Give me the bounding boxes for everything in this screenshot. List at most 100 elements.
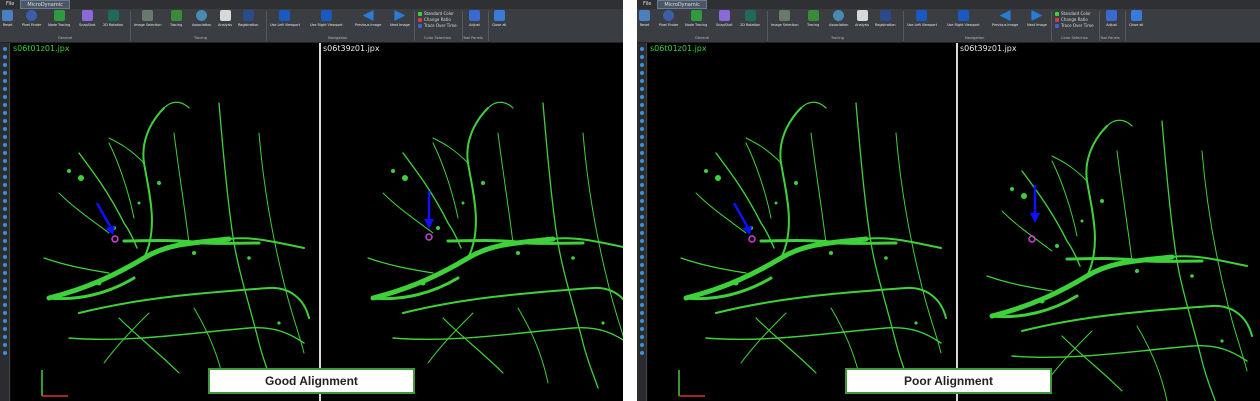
pixel-finder-button[interactable]: Pixel Finder bbox=[22, 10, 41, 32]
neuron-image-t01 bbox=[648, 43, 956, 401]
rotation-2d-button[interactable]: 2D Rotation bbox=[740, 10, 760, 32]
ribbon-toolbar: Reset Pixel Finder Node Tracing SnapShot… bbox=[637, 9, 1260, 43]
menu-bar: File MicroDynamic bbox=[0, 0, 623, 9]
camera-icon bbox=[718, 10, 730, 21]
registration-icon bbox=[242, 10, 254, 21]
camera-icon bbox=[81, 10, 93, 21]
adjust-icon bbox=[469, 10, 480, 21]
color-swatch-icon bbox=[1055, 24, 1059, 28]
pixel-finder-button[interactable]: Pixel Finder bbox=[659, 10, 678, 32]
registration-icon bbox=[879, 10, 891, 21]
divider bbox=[1051, 11, 1052, 41]
right-viewport[interactable]: s06t39z01.jpx bbox=[958, 43, 1260, 401]
node-tracing-button[interactable]: Node Tracing bbox=[48, 10, 70, 32]
reset-button[interactable]: Reset bbox=[639, 10, 650, 32]
snapshot-button[interactable]: SnapShot bbox=[79, 10, 96, 32]
close-all-icon bbox=[493, 10, 505, 21]
adjust-button[interactable]: Adjust bbox=[1106, 10, 1117, 32]
divider bbox=[488, 11, 489, 41]
image-icon bbox=[142, 10, 154, 21]
arrow-right-icon bbox=[1031, 10, 1043, 21]
right-viewport[interactable]: s06t39z01.jpx bbox=[321, 43, 623, 401]
trace-over-time-option[interactable]: Trace Over Time bbox=[1055, 23, 1094, 29]
use-right-viewport-button[interactable]: Use Right Viewport bbox=[947, 10, 980, 32]
group-color-label: Color Selection bbox=[424, 36, 452, 40]
left-viewport[interactable]: s06t01z01.jpx bbox=[648, 43, 956, 401]
crosshair-icon bbox=[26, 10, 38, 21]
tracing-icon bbox=[807, 10, 819, 21]
registration-button[interactable]: Registration bbox=[875, 10, 896, 32]
right-viewport-icon bbox=[320, 10, 332, 21]
divider bbox=[266, 11, 267, 41]
tab-microdynamic[interactable]: MicroDynamic bbox=[657, 0, 707, 9]
group-tracing-label: Tracing bbox=[194, 36, 207, 40]
group-tool-label: Tool Panels bbox=[463, 36, 483, 40]
group-tracing-label: Tracing bbox=[831, 36, 844, 40]
next-image-button[interactable]: Next Image bbox=[390, 10, 410, 32]
use-left-viewport-button[interactable]: Use Left Viewport bbox=[907, 10, 937, 32]
group-navigation-label: Navigation bbox=[328, 36, 348, 40]
next-image-button[interactable]: Next Image bbox=[1027, 10, 1047, 32]
neuron-image-t39-misaligned bbox=[958, 43, 1260, 401]
close-all-button[interactable]: Close all bbox=[1129, 10, 1143, 32]
group-color-label: Color Selection bbox=[1061, 36, 1089, 40]
tracing-button[interactable]: Tracing bbox=[170, 10, 182, 32]
divider bbox=[1125, 11, 1126, 41]
left-viewport-filename: s06t01z01.jpx bbox=[650, 44, 707, 53]
marker-icon bbox=[425, 233, 433, 241]
color-swatch-icon bbox=[1055, 12, 1059, 16]
marker-icon bbox=[1028, 235, 1036, 243]
adjust-button[interactable]: Adjust bbox=[469, 10, 480, 32]
tab-microdynamic[interactable]: MicroDynamic bbox=[20, 0, 70, 9]
association-button[interactable]: Association bbox=[829, 10, 848, 32]
table-icon bbox=[856, 10, 868, 21]
node-tracing-icon bbox=[690, 10, 702, 21]
alignment-label: Good Alignment bbox=[208, 368, 415, 394]
association-icon bbox=[833, 10, 845, 21]
group-tool-label: Tool Panels bbox=[1100, 36, 1120, 40]
analysis-button[interactable]: Analysis bbox=[218, 10, 232, 32]
color-swatch-icon bbox=[1055, 18, 1059, 22]
screenshot-panel-good: File MicroDynamic Reset Pixel Finder Nod… bbox=[0, 0, 623, 401]
right-viewport-filename: s06t39z01.jpx bbox=[323, 44, 380, 53]
snapshot-button[interactable]: SnapShot bbox=[716, 10, 733, 32]
crosshair-icon bbox=[663, 10, 675, 21]
color-selection-options: Standard Color Change Ratio Trace Over T… bbox=[418, 11, 457, 29]
arrow-left-icon bbox=[999, 10, 1011, 21]
group-general-label: General bbox=[58, 36, 73, 40]
group-navigation-label: Navigation bbox=[965, 36, 985, 40]
neuron-image-t39 bbox=[321, 43, 623, 401]
adjust-icon bbox=[1106, 10, 1117, 21]
use-left-viewport-button[interactable]: Use Left Viewport bbox=[270, 10, 300, 32]
menu-file[interactable]: File bbox=[637, 0, 657, 9]
left-viewport-icon bbox=[279, 10, 291, 21]
color-swatch-icon bbox=[418, 12, 422, 16]
color-selection-options: Standard Color Change Ratio Trace Over T… bbox=[1055, 11, 1094, 29]
association-button[interactable]: Association bbox=[192, 10, 211, 32]
rotate-icon bbox=[107, 10, 119, 21]
table-icon bbox=[219, 10, 231, 21]
divider bbox=[903, 11, 904, 41]
previous-image-button[interactable]: Previous Image bbox=[355, 10, 381, 32]
group-general-label: General bbox=[695, 36, 710, 40]
arrow-indicator-icon bbox=[95, 202, 113, 229]
reset-button[interactable]: Reset bbox=[2, 10, 13, 32]
alignment-label: Poor Alignment bbox=[845, 368, 1052, 394]
side-toolstrip[interactable] bbox=[637, 43, 647, 401]
previous-image-button[interactable]: Previous Image bbox=[992, 10, 1018, 32]
close-all-button[interactable]: Close all bbox=[492, 10, 506, 32]
registration-button[interactable]: Registration bbox=[238, 10, 259, 32]
side-toolstrip[interactable] bbox=[0, 43, 10, 401]
use-right-viewport-button[interactable]: Use Right Viewport bbox=[310, 10, 343, 32]
left-viewport[interactable]: s06t01z01.jpx bbox=[11, 43, 319, 401]
menu-file[interactable]: File bbox=[0, 0, 20, 9]
trace-over-time-option[interactable]: Trace Over Time bbox=[418, 23, 457, 29]
image-selection-button[interactable]: Image Selection bbox=[771, 10, 799, 32]
image-selection-button[interactable]: Image Selection bbox=[134, 10, 162, 32]
node-tracing-button[interactable]: Node Tracing bbox=[685, 10, 707, 32]
analysis-button[interactable]: Analysis bbox=[855, 10, 869, 32]
axes-icon bbox=[41, 370, 68, 397]
tracing-button[interactable]: Tracing bbox=[807, 10, 819, 32]
rotation-2d-button[interactable]: 2D Rotation bbox=[103, 10, 123, 32]
divider bbox=[767, 11, 768, 41]
